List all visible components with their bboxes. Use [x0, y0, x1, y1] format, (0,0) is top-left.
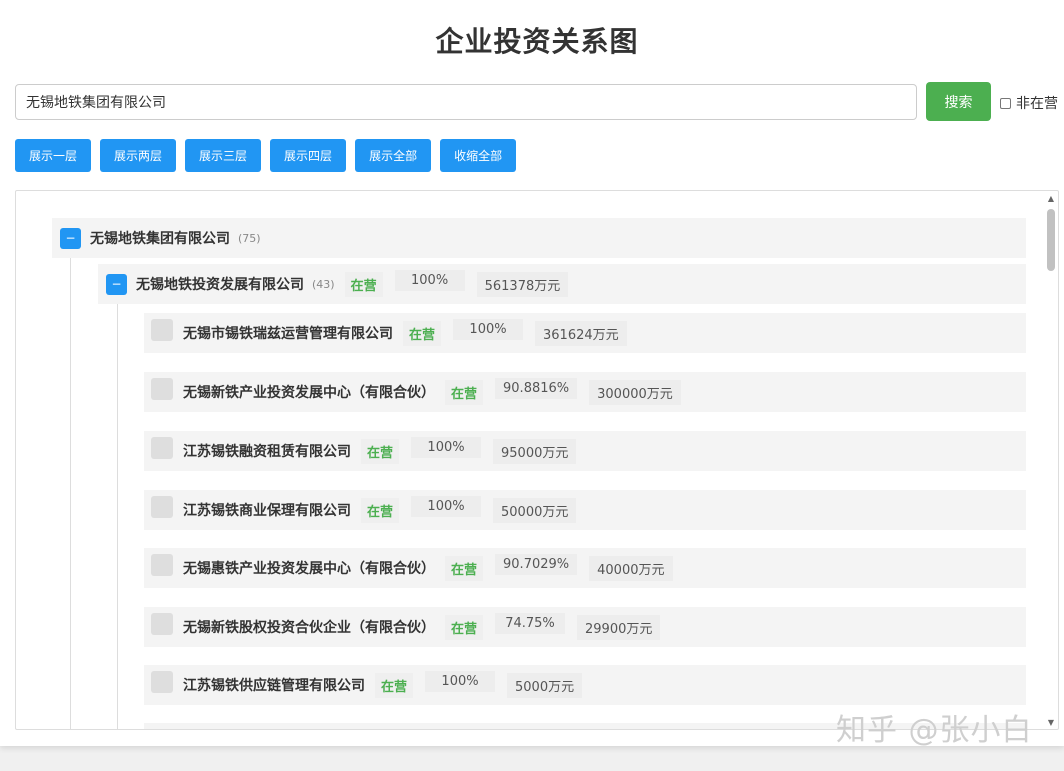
tree-node-grandchild[interactable]: 无锡新铁产业投资发展中心（有限合伙） 在营 90.8816% 300000万元 [144, 372, 1026, 412]
node-count: (75) [238, 231, 261, 245]
node-name: 无锡地铁集团有限公司 [90, 231, 230, 247]
tree-connector [70, 255, 71, 729]
show-level-1-button[interactable]: 展示一层 [15, 139, 92, 172]
leaf-node-icon [151, 496, 173, 518]
inactive-checkbox[interactable] [1000, 97, 1011, 109]
share-ratio: 90.7029% [495, 554, 578, 575]
share-ratio: 100% [453, 319, 524, 340]
scrollbar-thumb[interactable] [1047, 209, 1055, 271]
collapse-all-button[interactable]: 收缩全部 [440, 139, 517, 172]
node-name: 江苏锡铁融资租赁有限公司 [183, 444, 351, 460]
status-badge: 在营 [361, 438, 400, 464]
node-name: 无锡地铁投资发展有限公司 [136, 277, 304, 293]
node-name: 江苏锡铁供应链管理有限公司 [183, 678, 365, 694]
share-ratio: 100% [425, 671, 496, 692]
share-ratio: 90.8816% [495, 378, 578, 399]
tree-node-child[interactable]: − 无锡地铁投资发展有限公司 (43) 在营 100% 561378万元 [98, 264, 1026, 304]
tree-node-grandchild[interactable]: 江苏锡铁融资租赁有限公司 在营 100% 95000万元 [144, 431, 1026, 471]
status-badge: 在营 [403, 320, 442, 346]
registered-capital: 40000万元 [589, 555, 673, 581]
tree-node-grandchild[interactable]: 江苏锡铁供应链管理有限公司 在营 100% 5000万元 [144, 665, 1026, 705]
watermark: 知乎 @张小白 [836, 713, 1033, 748]
tree-node-grandchild[interactable]: 无锡惠铁产业投资发展中心（有限合伙） 在营 90.7029% 40000万元 [144, 548, 1026, 588]
registered-capital: 29900万元 [577, 614, 661, 640]
share-ratio: 100% [394, 270, 465, 291]
leaf-node-icon [151, 554, 173, 576]
leaf-node-icon [151, 613, 173, 635]
tree-node-grandchild[interactable]: 无锡市锡铁瑞兹运营管理有限公司 在营 100% 361624万元 [144, 313, 1026, 353]
scroll-up-arrow-icon[interactable]: ▲ [1046, 194, 1056, 203]
node-name: 无锡新铁股权投资合伙企业（有限合伙） [183, 620, 435, 636]
node-name: 无锡惠铁产业投资发展中心（有限合伙） [183, 561, 435, 577]
page-title: 企业投资关系图 [435, 25, 639, 58]
scroll-down-arrow-icon[interactable]: ▼ [1046, 718, 1056, 727]
status-badge: 在营 [361, 497, 400, 523]
node-count: (43) [312, 277, 335, 291]
share-ratio: 100% [411, 496, 482, 517]
share-ratio: 100% [411, 437, 482, 458]
tree-node-root[interactable]: − 无锡地铁集团有限公司 (75) [52, 218, 1026, 258]
registered-capital: 300000万元 [589, 379, 681, 405]
leaf-node-icon [151, 437, 173, 459]
registered-capital: 95000万元 [493, 438, 577, 464]
registered-capital: 5000万元 [507, 672, 583, 698]
level-buttons: 展示一层 展示两层 展示三层 展示四层 展示全部 收缩全部 [15, 139, 525, 172]
tree-node-grandchild[interactable]: 无锡新铁股权投资合伙企业（有限合伙） 在营 74.75% 29900万元 [144, 607, 1026, 647]
status-badge: 在营 [445, 555, 484, 581]
tree-connector [117, 303, 118, 729]
show-level-3-button[interactable]: 展示三层 [185, 139, 262, 172]
search-input[interactable] [15, 84, 917, 120]
collapse-toggle-icon[interactable]: − [60, 227, 81, 249]
show-level-4-button[interactable]: 展示四层 [270, 139, 347, 172]
registered-capital: 50000万元 [493, 497, 577, 523]
inactive-label: 非在营 [1016, 96, 1058, 112]
registered-capital: 561378万元 [476, 271, 569, 297]
node-name: 无锡市锡铁瑞兹运营管理有限公司 [183, 326, 393, 342]
node-name: 无锡新铁产业投资发展中心（有限合伙） [183, 385, 435, 401]
inactive-filter[interactable]: 非在营 [1000, 93, 1058, 113]
status-badge: 在营 [445, 379, 484, 405]
tree-panel: − 无锡地铁集团有限公司 (75) − 无锡地铁投资发展有限公司 (43) 在营… [15, 190, 1059, 730]
leaf-node-icon [151, 671, 173, 693]
status-badge: 在营 [445, 614, 484, 640]
registered-capital: 361624万元 [535, 320, 627, 346]
main-card: 企业投资关系图 搜索 非在营 展示一层 展示两层 展示三层 展示四层 展示全部 … [0, 0, 1064, 746]
leaf-node-icon [151, 319, 173, 341]
collapse-toggle-icon[interactable]: − [106, 273, 127, 295]
share-ratio: 74.75% [495, 613, 566, 634]
tree-node-grandchild[interactable]: 江苏锡铁商业保理有限公司 在营 100% 50000万元 [144, 490, 1026, 530]
show-level-2-button[interactable]: 展示两层 [100, 139, 177, 172]
node-name: 江苏锡铁商业保理有限公司 [183, 503, 351, 519]
leaf-node-icon [151, 378, 173, 400]
status-badge: 在营 [375, 672, 414, 698]
status-badge: 在营 [344, 271, 383, 297]
search-button[interactable]: 搜索 [926, 82, 991, 121]
show-all-button[interactable]: 展示全部 [355, 139, 432, 172]
